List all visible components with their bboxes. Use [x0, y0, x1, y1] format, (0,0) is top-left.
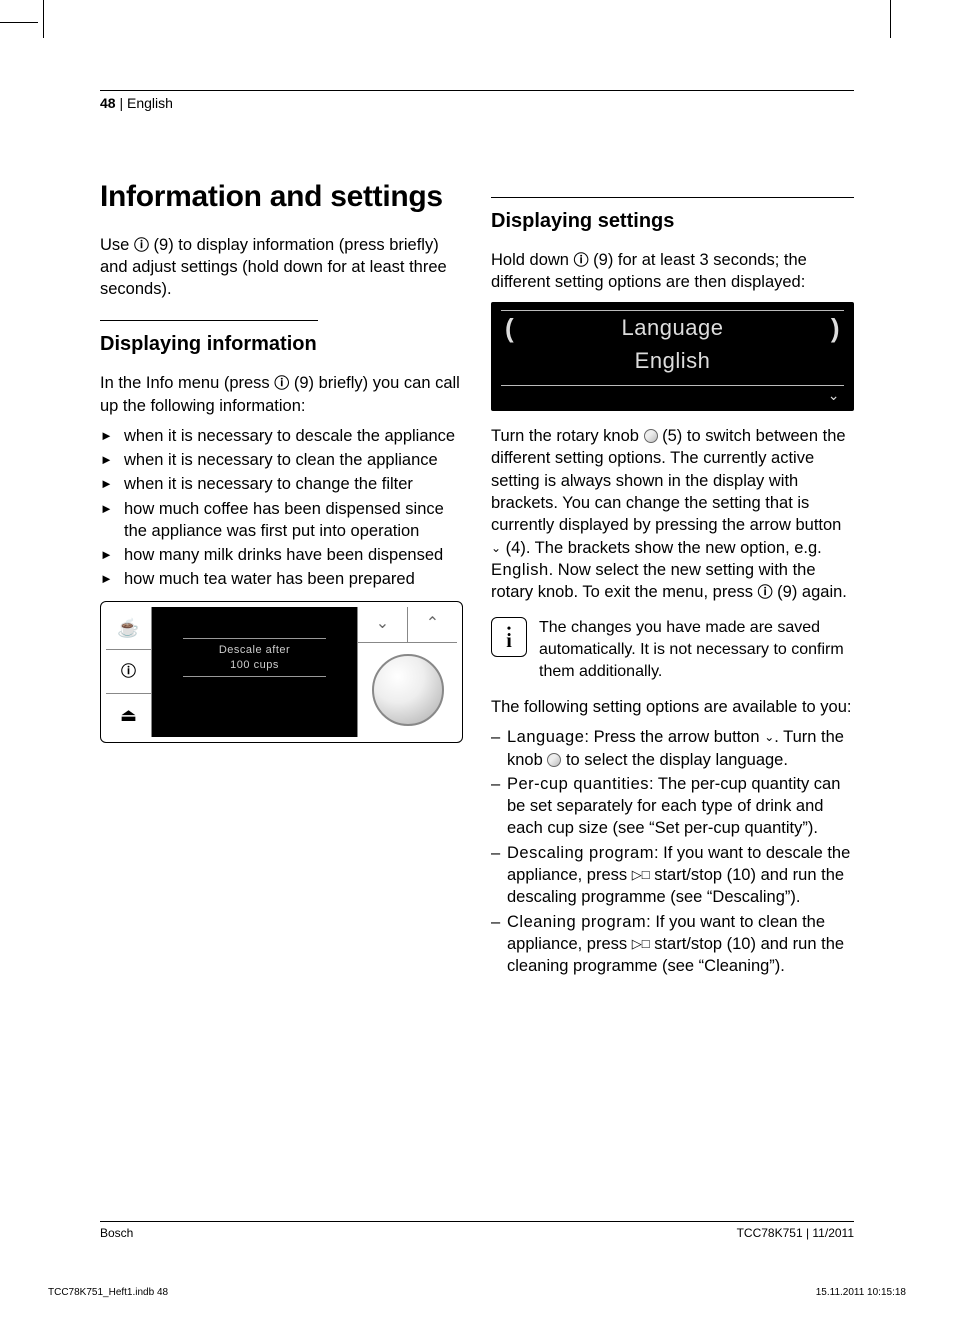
dial-icon	[372, 654, 444, 726]
lcd-display: ( Language ) English ⌄	[491, 302, 854, 412]
section-rule	[100, 320, 318, 321]
chevron-down-icon: ⌄	[764, 729, 774, 745]
option-name: Cleaning program	[507, 913, 646, 931]
info-box-icon: i	[491, 617, 527, 657]
bracket-left-icon: (	[505, 311, 514, 346]
knob-icon	[644, 429, 658, 443]
knob-icon	[547, 753, 561, 767]
info-note-text: The changes you have made are saved auto…	[539, 617, 854, 682]
list-item: Language: Press the arrow button ⌄. Turn…	[507, 726, 854, 771]
list-item: Descaling program: If you want to descal…	[507, 842, 854, 909]
chevron-up-icon: ⌃	[407, 607, 457, 642]
info-icon: ⓘ	[758, 584, 773, 601]
page-footer: Bosch TCC78K751 | 11/2011	[100, 1221, 854, 1240]
info-icon: ⓘ	[106, 650, 151, 694]
triangle-bullet-icon: ►	[100, 568, 124, 588]
info-icon: ⓘ	[574, 252, 589, 269]
chevron-down-icon: ⌄	[357, 607, 407, 642]
eject-icon: ⏏	[106, 694, 151, 737]
list-item: when it is necessary to clean the applia…	[124, 449, 463, 471]
info-note-box: i The changes you have made are saved au…	[491, 617, 854, 682]
rotary-knob	[357, 643, 457, 737]
list-item: Cleaning program: If you want to clean t…	[507, 911, 854, 978]
option-name: English	[491, 561, 549, 579]
section-heading: Displaying information	[100, 331, 463, 358]
list-item: when it is necessary to descale the appl…	[124, 425, 463, 447]
print-file: TCC78K751_Heft1.indb 48	[48, 1287, 168, 1298]
body-paragraph: Turn the rotary knob (5) to switch betwe…	[491, 425, 854, 603]
option-name: Descaling program	[507, 844, 654, 862]
cup-icon: ☕	[106, 607, 151, 651]
triangle-bullet-icon: ►	[100, 449, 124, 469]
list-item: how much coffee has been dispensed since…	[124, 498, 463, 543]
info-icon: ⓘ	[134, 237, 149, 254]
page-content: 48 | English Information and settings Us…	[100, 90, 854, 1218]
main-heading: Information and settings	[100, 177, 463, 218]
chevron-down-icon: ⌄	[491, 540, 501, 556]
bracket-right-icon: )	[831, 311, 840, 346]
triangle-bullet-icon: ►	[100, 425, 124, 445]
header-rule	[100, 90, 854, 91]
page-lang: English	[127, 95, 173, 111]
section-lead: Hold down ⓘ (9) for at least 3 seconds; …	[491, 249, 854, 294]
dash-bullet: –	[491, 773, 507, 795]
section-heading: Displaying settings	[491, 208, 854, 235]
options-lead: The following setting options are availa…	[491, 696, 854, 718]
dash-bullet: –	[491, 842, 507, 864]
section-rule	[491, 197, 854, 198]
list-item: when it is necessary to change the filte…	[124, 473, 463, 495]
intro-text: Use ⓘ (9) to display information (press …	[100, 234, 463, 301]
panel-display: Descale after 100 cups	[152, 607, 357, 737]
display-line1: Descale after	[183, 643, 327, 657]
option-name: Per-cup quantities	[507, 775, 649, 793]
footer-left: Bosch	[100, 1226, 133, 1240]
crop-mark	[43, 0, 44, 38]
left-column: Information and settings Use ⓘ (9) to di…	[100, 177, 463, 979]
triangle-bullet-icon: ►	[100, 473, 124, 493]
panel-left-buttons: ☕ ⓘ ⏏	[106, 607, 152, 737]
lcd-value: English	[501, 346, 844, 386]
triangle-bullet-icon: ►	[100, 544, 124, 564]
section-lead: In the Info menu (press ⓘ (9) briefly) y…	[100, 372, 463, 417]
option-name: Language	[507, 728, 584, 746]
triangle-bullet-icon: ►	[100, 498, 124, 518]
crop-mark	[0, 22, 38, 23]
start-stop-icon: ▷□	[632, 867, 650, 882]
right-column: Displaying settings Hold down ⓘ (9) for …	[491, 177, 854, 979]
footer-right: TCC78K751 | 11/2011	[737, 1226, 854, 1240]
dash-bullet: –	[491, 911, 507, 933]
list-item: Per-cup quantities: The per-cup quantity…	[507, 773, 854, 840]
control-panel-illustration: ☕ ⓘ ⏏ Descale after 100 cups ⌄ ⌃	[100, 601, 463, 743]
info-list: ►when it is necessary to descale the app…	[100, 425, 463, 591]
lcd-title: Language	[622, 313, 724, 343]
options-list: –Language: Press the arrow button ⌄. Tur…	[491, 726, 854, 977]
chevron-down-icon: ⌄	[828, 386, 840, 405]
page-number: 48	[100, 95, 116, 111]
dash-bullet: –	[491, 726, 507, 748]
page-header: 48 | English	[100, 95, 854, 117]
crop-mark	[890, 0, 891, 38]
list-item: how many milk drinks have been dispensed	[124, 544, 463, 566]
info-icon: ⓘ	[274, 375, 289, 392]
list-item: how much tea water has been prepared	[124, 568, 463, 590]
start-stop-icon: ▷□	[632, 936, 650, 951]
print-footer: TCC78K751_Heft1.indb 48 15.11.2011 10:15…	[48, 1287, 906, 1298]
display-line2: 100 cups	[183, 658, 327, 672]
print-timestamp: 15.11.2011 10:15:18	[816, 1287, 906, 1298]
